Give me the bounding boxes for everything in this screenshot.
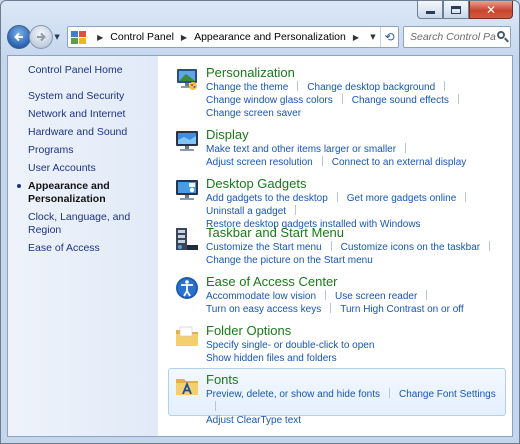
single-double-click-link[interactable]: Specify single- or double-click to open bbox=[206, 340, 374, 351]
taskbar-icon bbox=[176, 228, 198, 250]
display-icon bbox=[176, 131, 198, 151]
search-input[interactable] bbox=[410, 31, 496, 43]
forward-button[interactable] bbox=[29, 25, 53, 49]
sidebar-item-user-accounts[interactable]: User Accounts bbox=[28, 162, 158, 175]
customize-start-menu-link[interactable]: Customize the Start menu bbox=[206, 242, 322, 253]
adjust-cleartype-link[interactable]: Adjust ClearType text bbox=[206, 415, 301, 426]
refresh-button[interactable]: ⟲ bbox=[380, 27, 398, 47]
control-panel-window: ✕ ▼ ▶ Control Panel ▶ Appearance and Per… bbox=[0, 0, 520, 444]
change-theme-link[interactable]: Change the theme bbox=[206, 82, 288, 93]
category-display: Display Make text and other items larger… bbox=[172, 124, 506, 173]
gadgets-icon bbox=[176, 180, 198, 200]
change-desktop-background-link[interactable]: Change desktop background bbox=[307, 82, 435, 93]
use-screen-reader-link[interactable]: Use screen reader bbox=[335, 291, 417, 302]
display-link[interactable]: Display bbox=[206, 124, 506, 143]
add-gadgets-link[interactable]: Add gadgets to the desktop bbox=[206, 193, 328, 204]
breadcrumb-control-panel[interactable]: Control Panel bbox=[110, 31, 174, 43]
fonts-icon bbox=[176, 379, 198, 395]
sidebar: Control Panel Home System and Security N… bbox=[8, 56, 158, 436]
content-area: Control Panel Home System and Security N… bbox=[7, 55, 513, 437]
minimize-icon bbox=[425, 11, 435, 14]
show-hidden-files-link[interactable]: Show hidden files and folders bbox=[206, 353, 337, 364]
control-panel-icon bbox=[71, 30, 87, 44]
category-fonts: Fonts Preview, delete, or show and hide … bbox=[168, 368, 506, 426]
chevron-right-icon[interactable]: ▶ bbox=[353, 33, 359, 42]
fonts-link[interactable]: Fonts bbox=[206, 369, 505, 388]
forward-arrow-icon bbox=[37, 32, 46, 42]
ease-of-access-icon bbox=[176, 277, 198, 299]
search-box[interactable] bbox=[403, 26, 511, 48]
maximize-icon bbox=[451, 5, 461, 14]
change-window-glass-colors-link[interactable]: Change window glass colors bbox=[206, 95, 333, 106]
connect-external-display-link[interactable]: Connect to an external display bbox=[332, 157, 467, 168]
personalization-link[interactable]: Personalization bbox=[206, 62, 506, 81]
sidebar-item-hardware[interactable]: Hardware and Sound bbox=[28, 126, 158, 139]
nav-buttons bbox=[7, 25, 53, 49]
close-button[interactable]: ✕ bbox=[469, 1, 513, 19]
desktop-gadgets-link[interactable]: Desktop Gadgets bbox=[206, 173, 506, 192]
back-button[interactable] bbox=[7, 25, 31, 49]
category-folder-options: Folder Options Specify single- or double… bbox=[172, 320, 506, 369]
address-dropdown-icon[interactable]: ▼ bbox=[366, 27, 380, 47]
change-screen-saver-link[interactable]: Change screen saver bbox=[206, 108, 301, 119]
chevron-right-icon[interactable]: ▶ bbox=[181, 33, 187, 42]
maximize-button[interactable] bbox=[443, 1, 469, 19]
sidebar-item-ease-of-access[interactable]: Ease of Access bbox=[28, 242, 158, 255]
ease-of-access-center-link[interactable]: Ease of Access Center bbox=[206, 271, 506, 290]
category-personalization: Personalization Change the theme Change d… bbox=[172, 62, 506, 119]
minimize-button[interactable] bbox=[417, 1, 443, 19]
category-desktop-gadgets: Desktop Gadgets Add gadgets to the deskt… bbox=[172, 173, 506, 230]
close-icon: ✕ bbox=[485, 2, 497, 17]
easy-access-keys-link[interactable]: Turn on easy access keys bbox=[206, 304, 321, 315]
breadcrumb-appearance[interactable]: Appearance and Personalization bbox=[194, 31, 346, 43]
preview-delete-fonts-link[interactable]: Preview, delete, or show and hide fonts bbox=[206, 389, 380, 400]
chevron-right-icon[interactable]: ▶ bbox=[97, 33, 103, 42]
sidebar-item-programs[interactable]: Programs bbox=[28, 144, 158, 157]
caption-buttons: ✕ bbox=[417, 1, 513, 19]
sidebar-item-home[interactable]: Control Panel Home bbox=[28, 64, 158, 77]
category-ease-of-access: Ease of Access Center Accommodate low vi… bbox=[172, 271, 506, 320]
customize-taskbar-icons-link[interactable]: Customize icons on the taskbar bbox=[341, 242, 481, 253]
folder-icon bbox=[176, 326, 198, 346]
make-text-larger-link[interactable]: Make text and other items larger or smal… bbox=[206, 144, 396, 155]
category-taskbar: Taskbar and Start Menu Customize the Sta… bbox=[172, 222, 506, 271]
get-more-gadgets-link[interactable]: Get more gadgets online bbox=[347, 193, 457, 204]
change-sound-effects-link[interactable]: Change sound effects bbox=[352, 95, 449, 106]
sidebar-item-system-security[interactable]: System and Security bbox=[28, 90, 158, 103]
sidebar-item-label: Appearance and Personalization bbox=[28, 180, 110, 205]
navigation-bar: ▼ ▶ Control Panel ▶ Appearance and Perso… bbox=[7, 25, 511, 49]
change-start-menu-picture-link[interactable]: Change the picture on the Start menu bbox=[206, 255, 373, 266]
current-bullet-icon bbox=[17, 184, 21, 188]
sidebar-item-clock-language[interactable]: Clock, Language, and Region bbox=[28, 211, 158, 237]
sidebar-item-network[interactable]: Network and Internet bbox=[28, 108, 158, 121]
adjust-screen-resolution-link[interactable]: Adjust screen resolution bbox=[206, 157, 313, 168]
change-font-settings-link[interactable]: Change Font Settings bbox=[399, 389, 496, 400]
category-list: Personalization Change the theme Change d… bbox=[158, 56, 512, 436]
taskbar-start-menu-link[interactable]: Taskbar and Start Menu bbox=[206, 222, 506, 241]
address-bar[interactable]: ▶ Control Panel ▶ Appearance and Persona… bbox=[67, 26, 399, 48]
uninstall-gadget-link[interactable]: Uninstall a gadget bbox=[206, 206, 286, 217]
folder-options-link[interactable]: Folder Options bbox=[206, 320, 506, 339]
back-arrow-icon bbox=[14, 32, 23, 42]
sidebar-item-appearance: Appearance and Personalization bbox=[17, 180, 158, 206]
high-contrast-link[interactable]: Turn High Contrast on or off bbox=[340, 304, 463, 315]
personalization-icon bbox=[177, 69, 197, 90]
recent-pages-dropdown-icon[interactable]: ▼ bbox=[54, 33, 63, 41]
accommodate-low-vision-link[interactable]: Accommodate low vision bbox=[206, 291, 316, 302]
search-icon[interactable] bbox=[496, 30, 510, 44]
